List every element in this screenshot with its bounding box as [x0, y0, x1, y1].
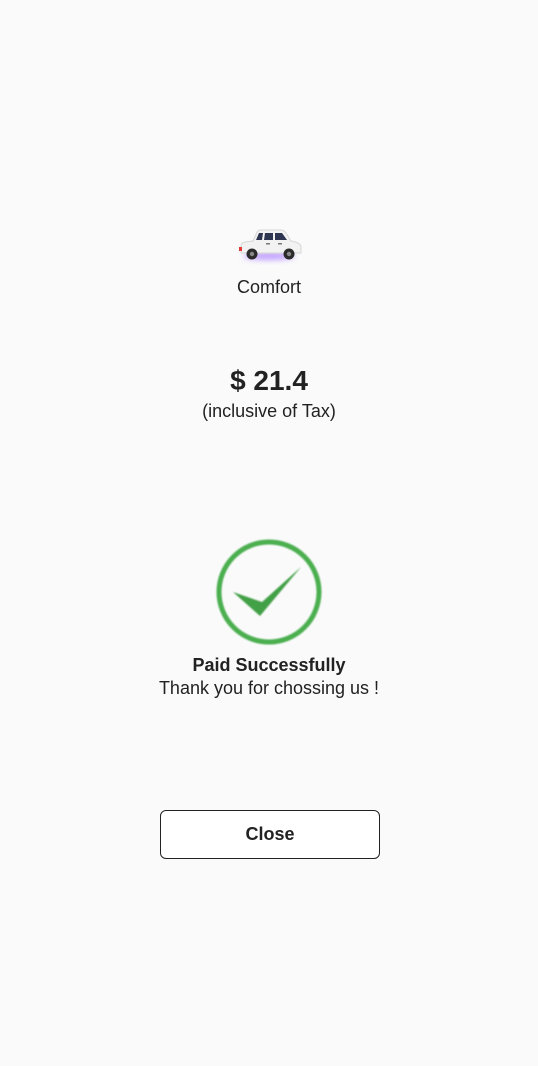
status-section: [0, 537, 538, 647]
vehicle-section: [0, 226, 538, 266]
payment-status-title: Paid Successfully: [192, 655, 346, 675]
fare-amount: $ 21.4: [230, 365, 308, 396]
tax-note: (inclusive of Tax): [202, 401, 336, 421]
payment-success-screen: Comfort $ 21.4 (inclusive of Tax) Paid S…: [0, 0, 538, 1066]
car-icon: [233, 226, 305, 266]
check-circle-icon: [214, 537, 324, 647]
vehicle-type-label: Comfort: [236, 277, 301, 297]
payment-status-message: Thank you for chossing us !: [158, 678, 380, 698]
close-button[interactable]: Close: [160, 810, 380, 859]
